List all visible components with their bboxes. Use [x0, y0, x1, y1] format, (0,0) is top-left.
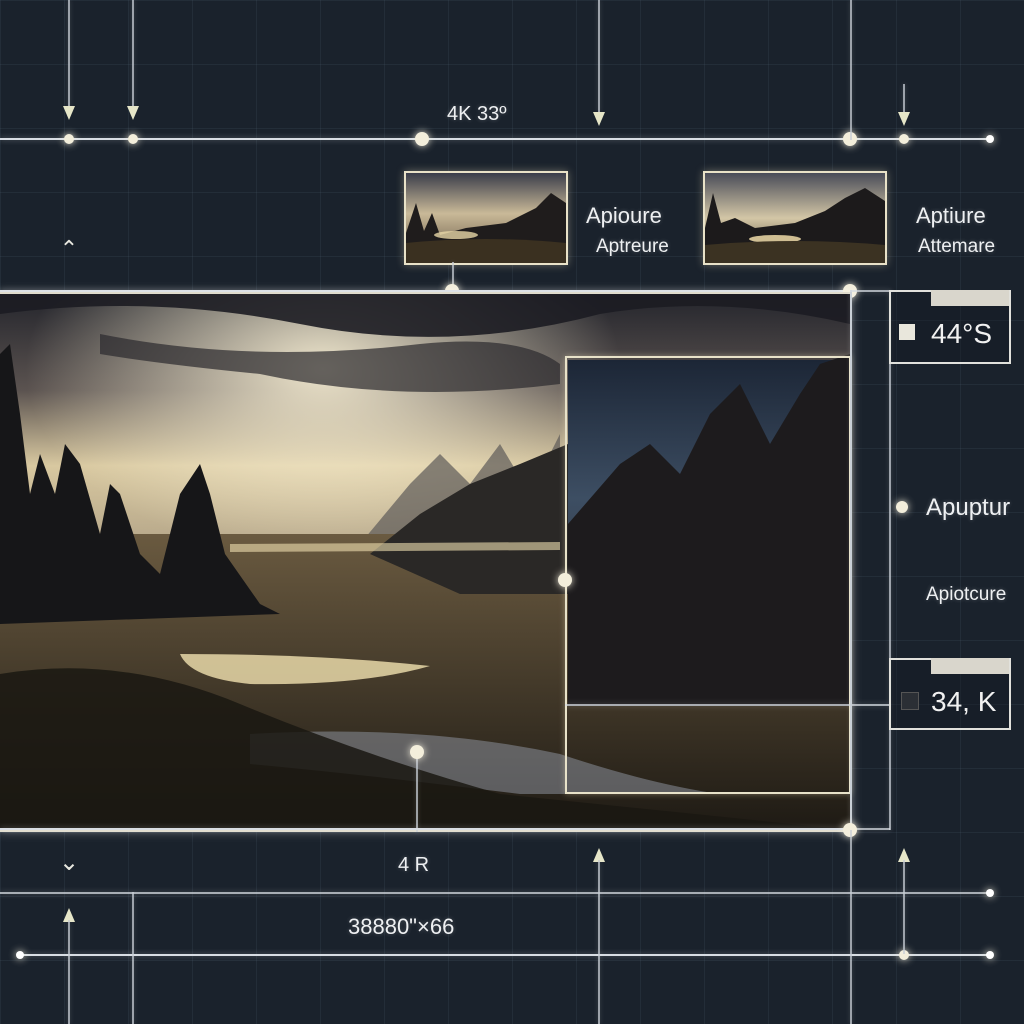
thumbnail-2[interactable]: [703, 171, 887, 265]
arrow-down-icon: [898, 112, 910, 126]
guide-handle[interactable]: [64, 134, 74, 144]
guide-endpoint: [16, 951, 24, 959]
bottom-guide-line-2: [20, 954, 990, 956]
bottom-center-label: 4 R: [398, 854, 430, 876]
inset-handle[interactable]: [558, 573, 572, 587]
main-frame-bottom-guide: [0, 828, 850, 830]
guide-endpoint: [986, 951, 994, 959]
vertical-guide: [598, 0, 600, 112]
arrow-down-icon: [127, 106, 139, 120]
thumbnail-1-subcaption: Aptreure: [596, 236, 669, 257]
readout-panel-top[interactable]: 44°S: [889, 290, 1011, 364]
guide-handle[interactable]: [128, 134, 138, 144]
right-frame-rail: [850, 290, 852, 830]
thumbnail-2-caption: Aptiure: [916, 203, 986, 228]
readout-bottom-value: 34, K: [931, 686, 997, 717]
rail-cap-top: [850, 290, 890, 292]
vertical-guide: [132, 892, 134, 1024]
guide-handle[interactable]: [415, 132, 429, 146]
readout-middle-label: Apuptur: [926, 494, 1011, 521]
right-panel-rail: [889, 290, 891, 830]
vertical-guide: [903, 860, 905, 954]
resolution-label: 38880"×66: [348, 914, 455, 939]
panel-tab: [931, 658, 1009, 674]
bottom-center-connector: [416, 752, 418, 832]
panel-color-chip: [901, 692, 919, 710]
thumbnail-2-subcaption: Attemare: [918, 236, 996, 257]
vertical-guide: [68, 0, 70, 108]
thumbnail-1[interactable]: [404, 171, 568, 265]
guide-handle[interactable]: [899, 134, 909, 144]
readout-top-value: 44°S: [931, 318, 993, 349]
bottom-center-handle[interactable]: [410, 745, 424, 759]
arrow-down-icon: [63, 106, 75, 120]
chevron-down-icon[interactable]: ⌄: [59, 848, 79, 877]
readout-middle-sublabel: Apiotcure: [926, 584, 1007, 605]
vertical-guide: [850, 0, 852, 140]
thumbnail-1-caption: Apioure: [586, 203, 662, 228]
vertical-guide: [68, 920, 70, 1024]
arrow-down-icon: [593, 112, 605, 126]
guide-endpoint: [986, 889, 994, 897]
vertical-guide: [132, 0, 134, 108]
comparison-inset-frame[interactable]: [565, 356, 851, 794]
top-resolution-label: 4K 33º: [447, 103, 507, 125]
inset-divider: [565, 704, 890, 706]
readout-panel-bottom[interactable]: 34, K: [889, 658, 1011, 730]
thumbnail-1-image: [406, 173, 566, 263]
vertical-guide: [903, 84, 905, 112]
bottom-guide-line-1: [0, 892, 990, 894]
top-guide-line: [0, 138, 990, 140]
panel-color-chip: [899, 324, 915, 340]
vertical-guide: [850, 830, 852, 1024]
readout-bullet: [896, 501, 908, 513]
guide-endpoint: [986, 135, 994, 143]
thumbnail-2-image: [705, 173, 885, 263]
panel-tab: [931, 290, 1009, 306]
chevron-up-icon[interactable]: ⌃: [60, 236, 78, 262]
vertical-guide: [598, 860, 600, 1024]
